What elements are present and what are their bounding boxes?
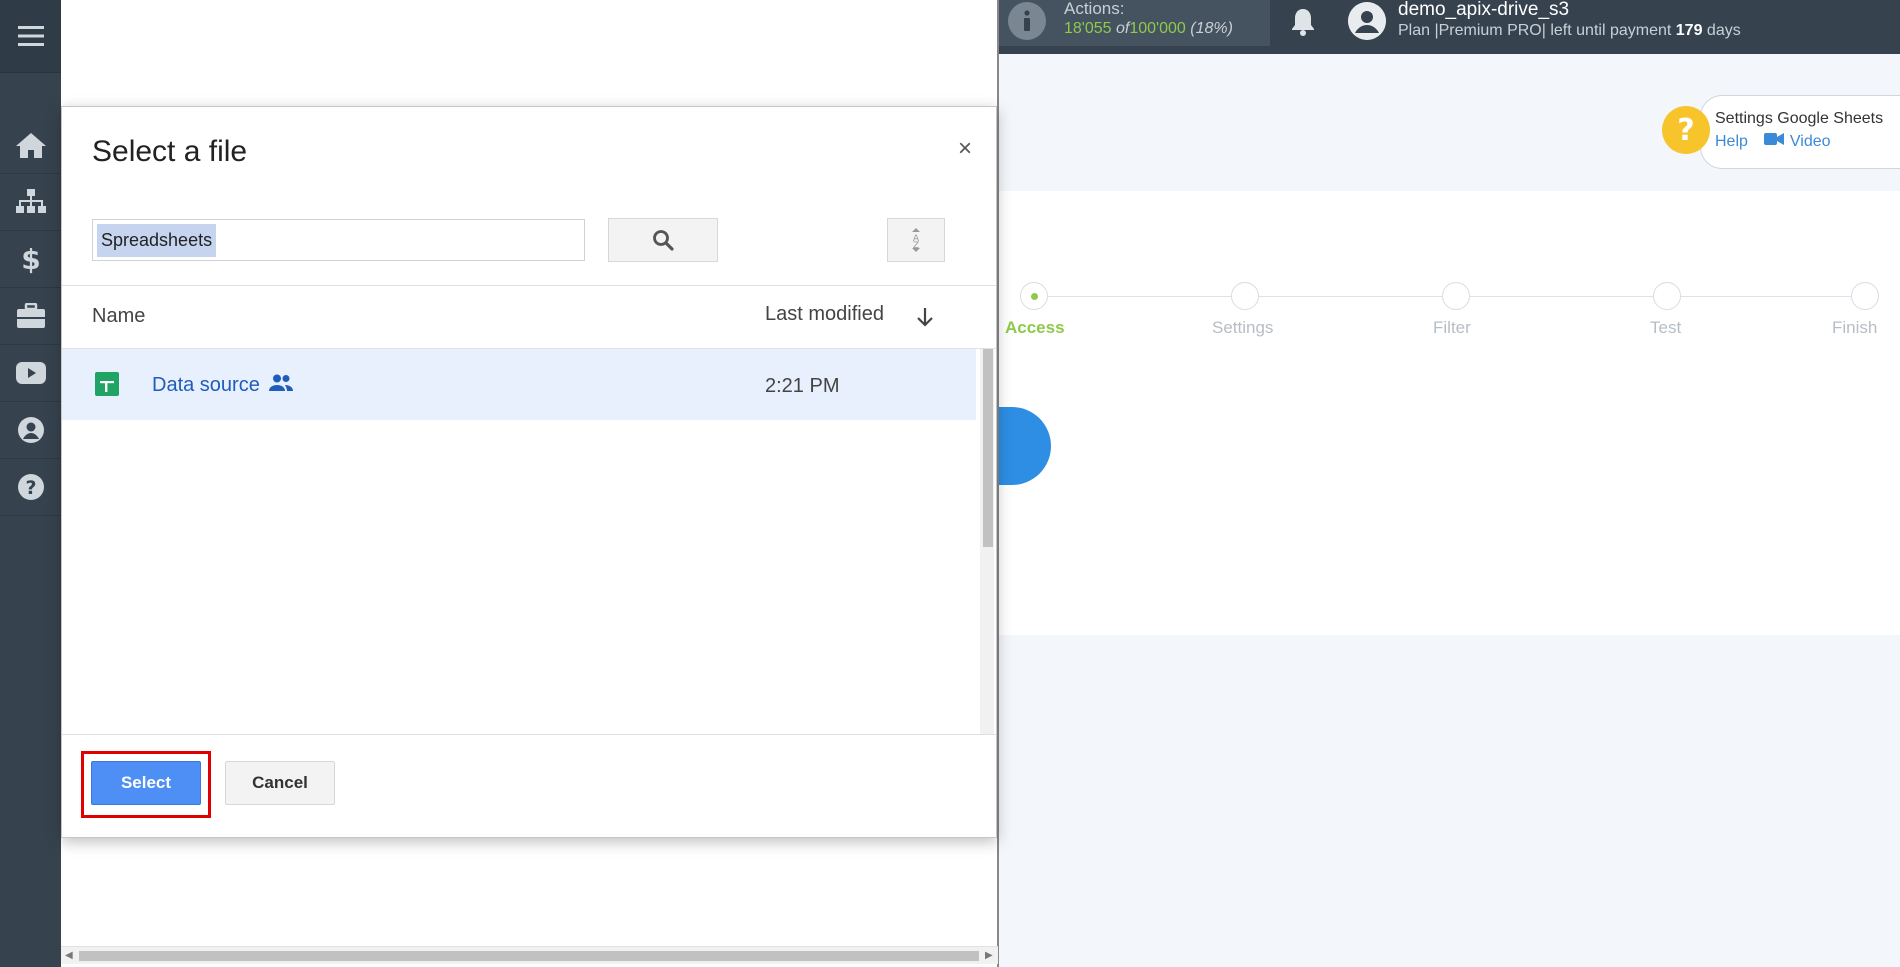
actions-used: 18'055 — [1064, 20, 1112, 37]
help-title: Settings Google Sheets — [1715, 110, 1884, 127]
plan-text: Plan |Premium PRO| left until payment — [1398, 22, 1672, 39]
actions-of: of — [1116, 20, 1130, 37]
youtube-icon[interactable] — [0, 345, 61, 402]
search-input-value: Spreadsheets — [97, 224, 217, 257]
sidebar: $ ? — [0, 0, 61, 967]
select-button[interactable]: Select — [91, 761, 201, 805]
scroll-right-icon[interactable]: ▶ — [985, 950, 993, 961]
video-link[interactable]: Video — [1790, 133, 1831, 151]
divider — [62, 734, 996, 735]
file-modified-time: 2:21 PM — [765, 375, 840, 397]
actions-counter: Actions: 18'055 of100'000 (18%) — [998, 0, 1270, 46]
step-label-access[interactable]: Access — [1005, 318, 1065, 338]
user-icon[interactable] — [0, 402, 61, 459]
file-row[interactable]: Data source 2:21 PM — [62, 349, 976, 420]
username[interactable]: demo_apix-drive_s3 — [1398, 0, 1569, 21]
video-camera-icon — [1763, 132, 1784, 151]
file-name: Data source — [152, 374, 260, 396]
scroll-left-icon[interactable]: ◀ — [65, 950, 73, 961]
google-sheets-icon — [95, 372, 119, 401]
top-bar: Actions: 18'055 of100'000 (18%) demo_api… — [998, 0, 1900, 54]
step-dot-finish[interactable] — [1851, 282, 1879, 310]
dialog-title: Select a file — [92, 135, 248, 168]
sort-az-icon: AZ — [912, 228, 920, 252]
search-input[interactable]: Spreadsheets — [92, 219, 585, 261]
vertical-scrollbar-thumb[interactable] — [983, 349, 993, 547]
actions-percent: (18%) — [1190, 20, 1233, 37]
plan-days-suffix: days — [1706, 22, 1741, 39]
hamburger-menu-icon[interactable] — [0, 0, 61, 73]
step-label-filter[interactable]: Filter — [1433, 318, 1471, 338]
actions-total: 100'000 — [1129, 20, 1186, 37]
cancel-button[interactable]: Cancel — [225, 761, 335, 805]
sitemap-icon[interactable] — [0, 174, 61, 231]
user-avatar-icon[interactable] — [1348, 2, 1386, 40]
step-label-test[interactable]: Test — [1650, 318, 1681, 338]
step-dot-filter[interactable] — [1442, 282, 1470, 310]
search-button[interactable] — [608, 218, 718, 262]
divider — [62, 285, 996, 286]
home-icon[interactable] — [0, 117, 61, 174]
search-icon — [653, 230, 674, 251]
step-dot-test[interactable] — [1653, 282, 1681, 310]
svg-text:$: $ — [21, 244, 40, 274]
step-label-settings[interactable]: Settings — [1212, 318, 1273, 338]
plan-days: 179 — [1675, 22, 1703, 39]
info-icon[interactable] — [1008, 2, 1046, 40]
help-link[interactable]: Help — [1715, 133, 1748, 151]
svg-text:?: ? — [25, 477, 36, 499]
help-links: Help Video — [1715, 132, 1831, 151]
sort-az-button[interactable]: AZ — [887, 218, 945, 262]
question-icon[interactable]: ? — [1662, 106, 1710, 159]
close-icon[interactable]: × — [958, 135, 972, 163]
plan-info: Plan |Premium PRO| left until payment 17… — [1398, 22, 1741, 40]
actions-label: Actions: — [1064, 0, 1125, 18]
bell-icon[interactable] — [1288, 6, 1318, 43]
column-header-name[interactable]: Name — [92, 305, 145, 328]
step-dot-access[interactable] — [1020, 282, 1048, 310]
horizontal-scrollbar[interactable]: ◀ ▶ — [61, 946, 998, 964]
arrow-down-icon[interactable] — [916, 307, 934, 332]
dollar-icon[interactable]: $ — [0, 231, 61, 288]
briefcase-icon[interactable] — [0, 288, 61, 345]
actions-value: 18'055 of100'000 (18%) — [1064, 20, 1233, 38]
step-label-finish[interactable]: Finish — [1832, 318, 1877, 338]
main-card — [998, 191, 1900, 635]
horizontal-scrollbar-thumb[interactable] — [79, 951, 979, 961]
column-header-last-modified[interactable]: Last modified — [765, 303, 884, 326]
svg-text:?: ? — [1677, 113, 1694, 148]
shared-people-icon — [268, 373, 294, 398]
help-icon[interactable]: ? — [0, 459, 61, 516]
select-file-dialog: Select a file × Spreadsheets AZ Name Las… — [61, 106, 997, 838]
step-dot-settings[interactable] — [1231, 282, 1259, 310]
